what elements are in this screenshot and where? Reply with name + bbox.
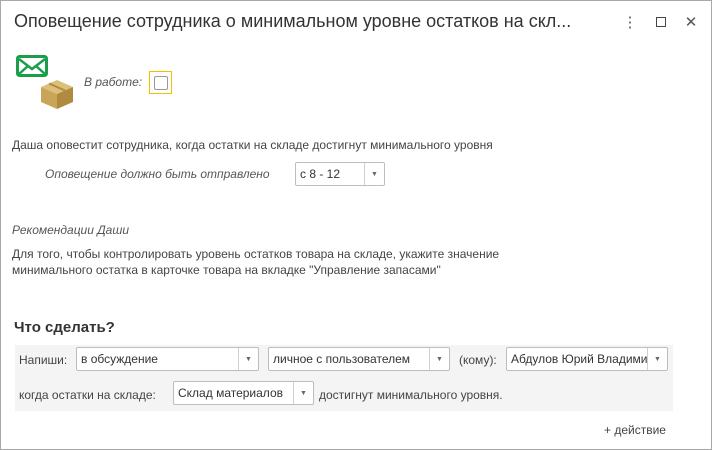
recipient-value: Абдулов Юрий Владимирович [511,352,647,366]
in-work-checkbox[interactable] [149,71,172,94]
when-label: когда остатки на складе: [19,388,156,402]
recommendations-line2: минимального остатка в карточке товара н… [12,263,441,277]
chevron-down-icon[interactable]: ▼ [647,348,667,370]
suffix-text: достигнут минимального уровня. [319,388,503,402]
warehouse-value: Склад материалов [178,386,283,400]
recipient-select[interactable]: Абдулов Юрий Владимирович ▼ [506,347,668,371]
maximize-icon[interactable] [650,11,672,33]
close-icon[interactable]: ✕ [680,11,702,33]
channel-select[interactable]: в обсуждение ▼ [76,347,259,371]
recommendations-title: Рекомендации Даши [12,223,129,237]
to-label: (кому): [459,353,497,367]
recommendations-line1: Для того, чтобы контролировать уровень о… [12,247,500,261]
description-text: Даша оповестит сотрудника, когда остатки… [12,138,493,152]
write-label: Напиши: [19,353,68,367]
more-vertical-icon[interactable]: ⋮ [619,11,641,33]
chevron-down-icon[interactable]: ▼ [364,163,384,185]
window-title: Оповещение сотрудника о минимальном уров… [14,11,572,31]
channel-value: в обсуждение [81,352,158,366]
action-heading: Что сделать? [14,319,115,336]
discussion-value: личное с пользователем [273,352,411,366]
in-work-label: В работе: [84,75,143,89]
add-action-link[interactable]: + действие [604,423,666,437]
envelope-icon [16,55,48,77]
discussion-select[interactable]: личное с пользователем ▼ [268,347,450,371]
chevron-down-icon[interactable]: ▼ [429,348,449,370]
chevron-down-icon[interactable]: ▼ [238,348,258,370]
box-icon [41,80,73,109]
schedule-label: Оповещение должно быть отправлено [45,167,270,181]
schedule-select[interactable]: с 8 - 12 ▼ [295,162,385,186]
dialog-window: Оповещение сотрудника о минимальном уров… [0,0,712,450]
chevron-down-icon[interactable]: ▼ [293,382,313,404]
warehouse-select[interactable]: Склад материалов ▼ [173,381,314,405]
schedule-value: с 8 - 12 [300,167,341,181]
